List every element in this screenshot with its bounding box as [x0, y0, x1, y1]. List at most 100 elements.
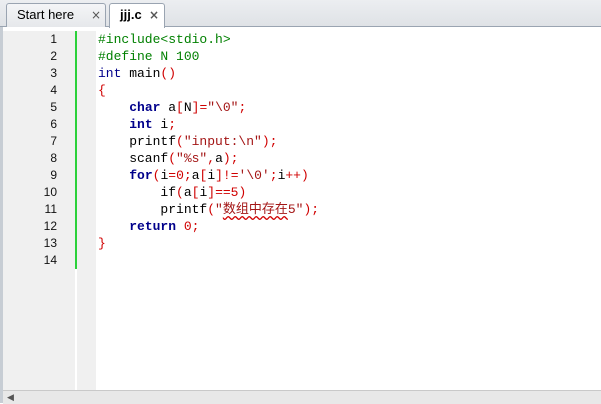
- code-token: printf: [98, 202, 208, 217]
- code-token: ;: [183, 168, 192, 183]
- code-token: 0: [183, 219, 192, 234]
- code-text: scanf("%s",a);: [98, 150, 238, 167]
- code-token: {: [98, 83, 106, 98]
- line-number: 11: [44, 202, 57, 216]
- code-text: printf("input:\n");: [98, 133, 277, 150]
- code-token: (: [207, 202, 216, 217]
- code-text: int main(): [98, 65, 176, 82]
- line-number: 3: [50, 66, 57, 80]
- code-line[interactable]: 5 char a[N]="\0";: [0, 99, 601, 116]
- code-token: ]==: [207, 185, 231, 200]
- code-token: =: [168, 168, 177, 183]
- code-token: for: [129, 168, 153, 183]
- code-text: for(i=0;a[i]!='\0';i++): [98, 167, 309, 184]
- line-number: 9: [50, 168, 57, 182]
- code-token: a: [160, 100, 177, 115]
- code-token: '\0': [238, 168, 270, 183]
- code-line[interactable]: 6 int i;: [0, 116, 601, 133]
- code-token: 数组中存在: [222, 202, 288, 217]
- tab-jjj-c[interactable]: jjj.c ×: [109, 3, 165, 28]
- tab-bar: Start here × jjj.c ×: [0, 0, 601, 28]
- code-token: a: [191, 168, 200, 183]
- code-token: scanf: [98, 151, 169, 166]
- code-text: char a[N]="\0";: [98, 99, 246, 116]
- code-text: #include<stdio.h>: [98, 31, 231, 48]
- code-text: if(a[i]==5): [98, 184, 246, 201]
- code-line[interactable]: 12 return 0;: [0, 218, 601, 235]
- code-token: [: [176, 100, 184, 115]
- line-number: 2: [50, 49, 57, 63]
- line-number: 12: [43, 219, 57, 233]
- code-token: ;: [168, 117, 177, 132]
- line-number: 4: [50, 83, 57, 97]
- arrow-left-icon[interactable]: ◀: [7, 392, 14, 403]
- code-token: N: [183, 100, 192, 115]
- code-token: int: [98, 66, 122, 81]
- code-token: a: [183, 185, 192, 200]
- code-text: {: [98, 82, 106, 99]
- code-token: ++): [285, 168, 309, 183]
- code-token: "input:\n": [183, 134, 262, 149]
- code-token: "\0": [207, 100, 239, 115]
- code-token: ;: [269, 168, 278, 183]
- code-token: i: [152, 117, 169, 132]
- line-number: 5: [50, 100, 57, 114]
- close-icon[interactable]: ×: [91, 4, 101, 26]
- code-line[interactable]: 2 #define N 100: [0, 48, 601, 65]
- code-token: (: [168, 151, 177, 166]
- code-line[interactable]: 9 for(i=0;a[i]!='\0';i++): [0, 167, 601, 184]
- code-token: );: [303, 202, 320, 217]
- code-line[interactable]: 13}: [0, 235, 601, 252]
- line-number: 14: [43, 253, 57, 267]
- code-token: main: [121, 66, 161, 81]
- close-icon[interactable]: ×: [149, 4, 159, 26]
- tab-start-here[interactable]: Start here ×: [6, 3, 106, 27]
- code-line[interactable]: 14: [0, 252, 601, 269]
- code-token: char: [129, 100, 161, 115]
- code-token: ;: [191, 219, 200, 234]
- code-text: int i;: [98, 116, 176, 133]
- code-line[interactable]: 4{: [0, 82, 601, 99]
- code-line[interactable]: 10 if(a[i]==5): [0, 184, 601, 201]
- code-text: #define N 100: [98, 48, 199, 65]
- code-token: ": [215, 202, 223, 217]
- code-token: #include<stdio.h>: [98, 32, 231, 47]
- code-token: );: [261, 134, 278, 149]
- code-token: ,: [207, 151, 216, 166]
- code-line[interactable]: 11 printf("数组中存在5");: [0, 201, 601, 218]
- line-number: 8: [50, 151, 57, 165]
- tab-label: Start here: [17, 7, 75, 22]
- code-token: a: [215, 151, 223, 166]
- code-token: 5": [287, 202, 304, 217]
- code-token: ;: [238, 100, 247, 115]
- code-token: int: [129, 117, 153, 132]
- code-token: #define N 100: [98, 49, 200, 64]
- code-token: );: [222, 151, 239, 166]
- line-number: 13: [43, 236, 57, 250]
- line-number: 7: [50, 134, 57, 148]
- code-line[interactable]: 8 scanf("%s",a);: [0, 150, 601, 167]
- code-text: }: [98, 235, 106, 252]
- code-token: if: [98, 185, 177, 200]
- code-token: ): [238, 185, 247, 200]
- code-token: (: [176, 185, 184, 200]
- code-text: printf("数组中存在5");: [98, 201, 319, 218]
- code-token: ]=: [191, 100, 208, 115]
- code-line[interactable]: 1 #include<stdio.h>: [0, 31, 601, 48]
- code-text: return 0;: [98, 218, 199, 235]
- code-token: (: [176, 134, 184, 149]
- code-line[interactable]: 7 printf("input:\n");: [0, 133, 601, 150]
- line-number: 10: [43, 185, 57, 199]
- code-token: }: [98, 236, 106, 251]
- code-token: return: [129, 219, 177, 234]
- code-token: printf: [98, 134, 177, 149]
- code-token: ]!=: [215, 168, 239, 183]
- horizontal-scrollbar[interactable]: ◀: [3, 390, 601, 404]
- code-line[interactable]: 3 int main(): [0, 65, 601, 82]
- tab-label: jjj.c: [120, 7, 142, 22]
- line-number: 1: [50, 32, 57, 46]
